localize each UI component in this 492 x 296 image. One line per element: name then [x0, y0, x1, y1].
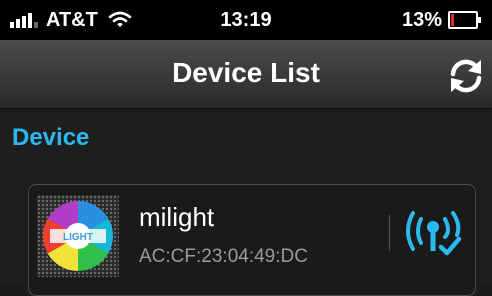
status-bar: AT&T 13:19 13%: [0, 0, 492, 40]
thumbnail-label: LIGHT: [63, 232, 93, 243]
device-thumbnail: LIGHT: [37, 195, 119, 277]
section-header: Device: [12, 124, 90, 151]
battery-icon: [448, 11, 481, 29]
battery-fill: [451, 14, 454, 26]
wifi-connected-icon[interactable]: [401, 205, 465, 261]
battery-percent: 13%: [401, 9, 442, 31]
divider: [389, 215, 390, 251]
color-wheel-icon: LIGHT: [43, 201, 113, 271]
device-list: Device LIGHT milight AC:CF:23:04:49:DC: [0, 109, 492, 296]
device-list-item[interactable]: LIGHT milight AC:CF:23:04:49:DC: [28, 184, 476, 296]
device-name: milight: [139, 202, 215, 232]
nav-bar: Device List: [0, 40, 492, 109]
page-title: Device List: [172, 57, 320, 88]
battery-group: 13%: [401, 8, 481, 32]
device-mac-address: AC:CF:23:04:49:DC: [139, 246, 308, 267]
refresh-icon[interactable]: [444, 54, 488, 98]
